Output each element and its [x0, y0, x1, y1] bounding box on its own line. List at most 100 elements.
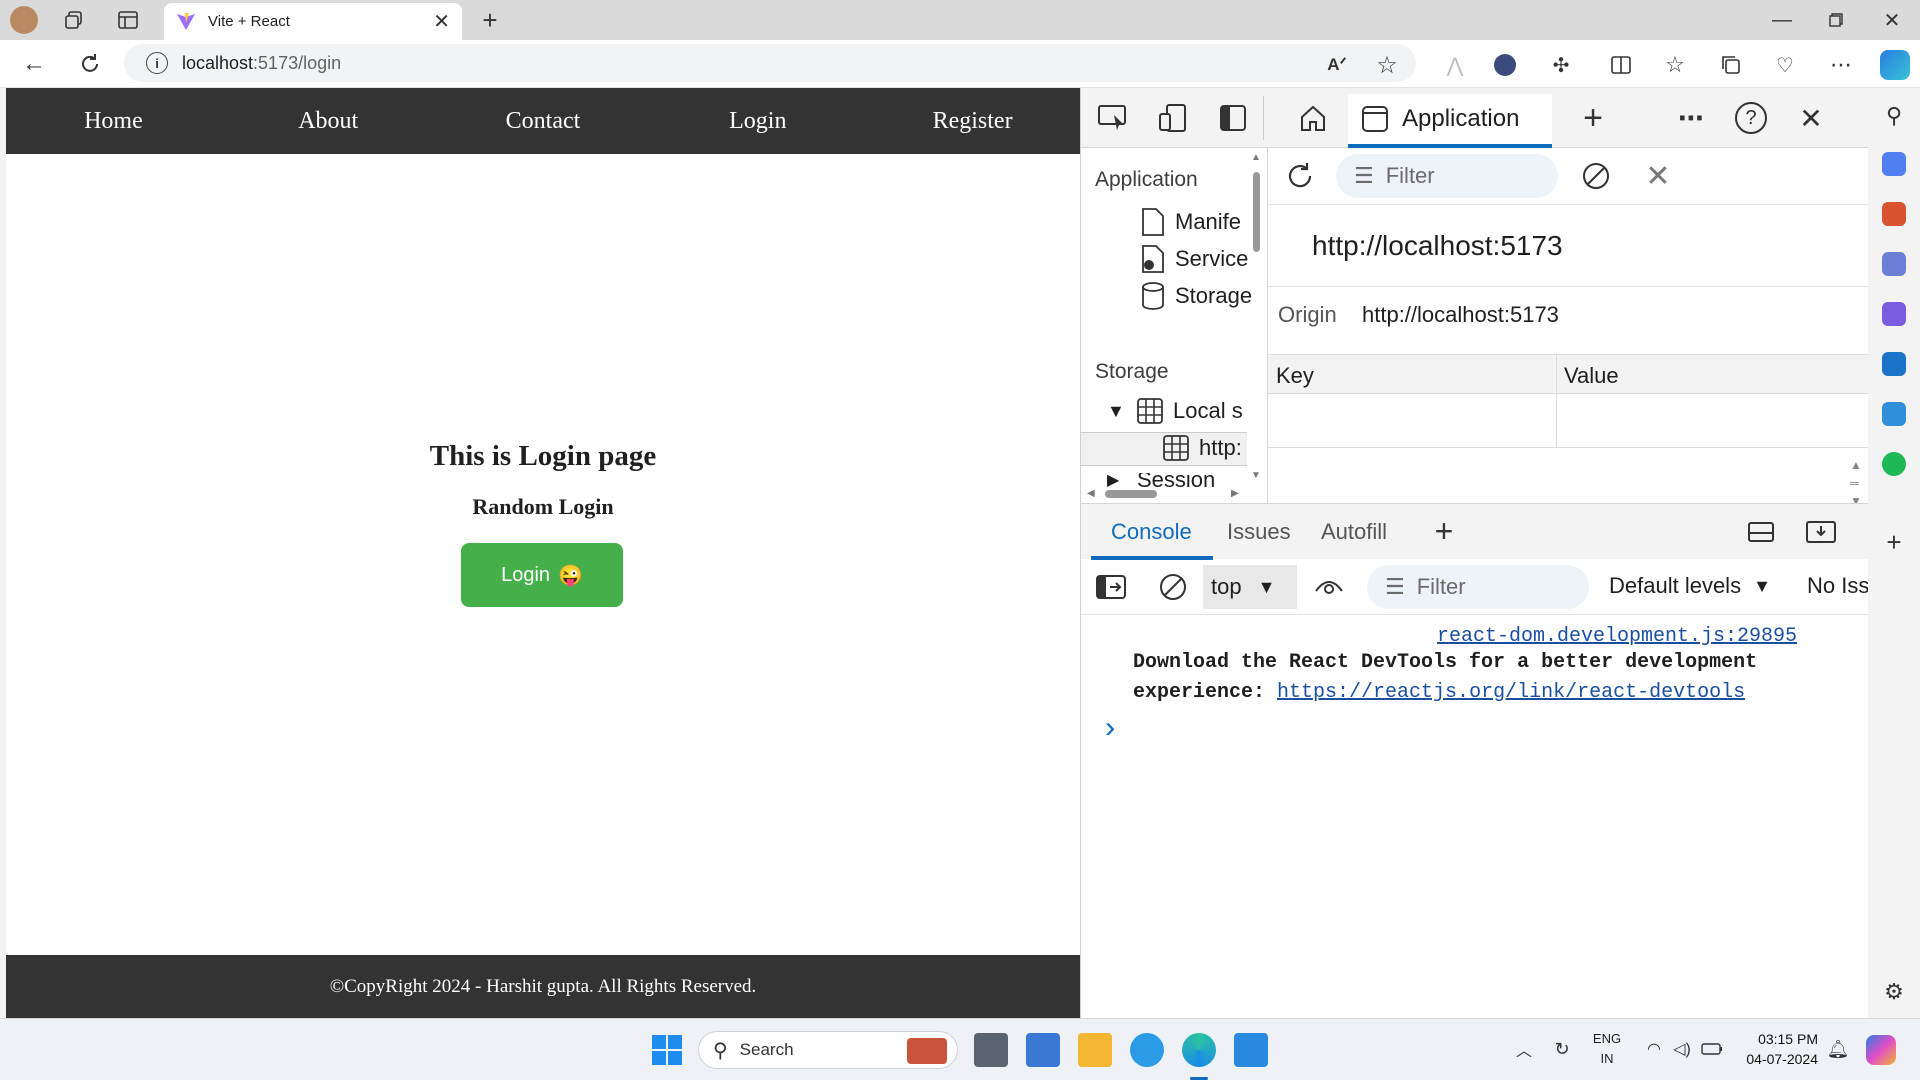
clear-all-icon[interactable]	[1580, 160, 1612, 192]
scroll-up-arrow-icon[interactable]: ▲	[1251, 152, 1261, 163]
restore-icon[interactable]	[1824, 8, 1848, 32]
spotify-icon[interactable]	[1882, 452, 1906, 476]
add-sidebar-app-icon[interactable]: +	[1880, 527, 1908, 557]
console-prompt-icon[interactable]: ›	[1101, 713, 1119, 747]
log-levels-dropdown[interactable]: Default levels ▼	[1609, 573, 1771, 599]
url-bar[interactable]: i localhost:5173/login	[124, 44, 1416, 82]
drawer-tab-console[interactable]: Console	[1111, 519, 1192, 545]
drawer-tab-autofill[interactable]: Autofill	[1321, 519, 1387, 545]
browser-tab-active[interactable]: Vite + React ✕	[164, 3, 462, 40]
console-filter-input[interactable]: ☰ Filter	[1367, 565, 1589, 609]
refresh-icon[interactable]	[76, 50, 104, 78]
column-value[interactable]: Value	[1564, 363, 1619, 389]
extension-badge-icon[interactable]	[1494, 54, 1516, 76]
help-icon[interactable]: ?	[1735, 102, 1767, 134]
wifi-icon[interactable]: ◠	[1642, 1037, 1666, 1061]
collapse-drawer-icon[interactable]	[1805, 516, 1837, 548]
start-button-icon[interactable]	[652, 1035, 682, 1065]
scroll-right-arrow-icon[interactable]: ▶	[1231, 488, 1239, 499]
battery-icon[interactable]	[1700, 1037, 1724, 1061]
send-icon[interactable]	[1882, 402, 1906, 426]
live-expression-eye-icon[interactable]	[1313, 571, 1345, 603]
close-window-icon[interactable]: ✕	[1880, 8, 1904, 32]
site-info-icon[interactable]: i	[146, 52, 168, 74]
nav-contact[interactable]: Contact	[436, 88, 651, 154]
extension-icon[interactable]: ⋀	[1442, 52, 1468, 78]
task-view-icon[interactable]	[974, 1033, 1008, 1067]
refresh-storage-icon[interactable]	[1282, 158, 1318, 194]
sidebar-item-session-storage[interactable]: ▶ Session	[1107, 473, 1249, 487]
collapsed-caret-icon[interactable]: ▶	[1107, 473, 1127, 487]
tab-actions-icon[interactable]	[116, 8, 140, 32]
back-icon[interactable]: ←	[20, 50, 48, 78]
tab-application[interactable]: Application	[1348, 94, 1552, 148]
more-tools-plus-icon[interactable]: +	[1577, 99, 1609, 137]
file-explorer-icon[interactable]	[1078, 1033, 1112, 1067]
undock-drawer-icon[interactable]	[1745, 516, 1777, 548]
outlook-icon[interactable]	[1882, 352, 1906, 376]
close-tab-icon[interactable]: ✕	[433, 9, 450, 34]
devtools-download-link[interactable]: https://reactjs.org/link/react-devtools	[1277, 681, 1745, 704]
show-hidden-icons-icon[interactable]: ︿	[1512, 1037, 1536, 1061]
new-tab-icon[interactable]: +	[476, 5, 504, 35]
device-emulation-icon[interactable]	[1157, 102, 1189, 134]
inspect-element-icon[interactable]	[1097, 102, 1129, 134]
vscode-icon[interactable]	[1234, 1033, 1268, 1067]
customize-more-icon[interactable]: ⋯	[1675, 102, 1707, 134]
microsoft-365-icon[interactable]	[1882, 302, 1906, 326]
shopping-icon[interactable]	[1882, 152, 1906, 176]
nav-login[interactable]: Login	[650, 88, 865, 154]
sidebar-search-icon[interactable]: ⚲	[1880, 102, 1908, 130]
profile-avatar[interactable]	[10, 6, 38, 34]
issues-count[interactable]: No Iss	[1807, 573, 1869, 599]
close-devtools-icon[interactable]: ✕	[1795, 102, 1827, 134]
split-screen-icon[interactable]	[1608, 52, 1634, 78]
scroll-left-arrow-icon[interactable]: ◀	[1087, 488, 1095, 499]
scrollbar-thumb[interactable]	[1253, 172, 1260, 252]
copilot-taskbar-icon[interactable]	[1866, 1035, 1896, 1065]
storage-filter-input[interactable]: ☰ Filter	[1336, 154, 1558, 198]
nav-about[interactable]: About	[221, 88, 436, 154]
language-indicator[interactable]: ENG IN	[1592, 1029, 1622, 1069]
login-button[interactable]: Login 😜	[461, 543, 623, 607]
drawer-add-tab-icon[interactable]: +	[1429, 513, 1459, 549]
read-aloud-icon[interactable]: Aᐟ	[1324, 52, 1350, 78]
settings-more-icon[interactable]: ⋯	[1828, 52, 1854, 78]
games-icon[interactable]	[1882, 252, 1906, 276]
welcome-home-icon[interactable]	[1297, 102, 1329, 134]
nav-register[interactable]: Register	[865, 88, 1080, 154]
sidebar-item-local-storage-origin[interactable]: http:	[1163, 435, 1263, 461]
tools-icon[interactable]	[1882, 202, 1906, 226]
minimize-icon[interactable]: —	[1770, 8, 1794, 32]
sidebar-item-manifest[interactable]: Manife	[1141, 208, 1261, 236]
column-key[interactable]: Key	[1276, 363, 1314, 389]
expanded-caret-icon[interactable]: ▼	[1107, 401, 1127, 422]
favorite-star-icon[interactable]: ☆	[1374, 52, 1400, 79]
sidebar-settings-icon[interactable]: ⚙	[1880, 978, 1908, 1006]
notifications-bell-icon[interactable]: 🔔︎	[1826, 1037, 1850, 1061]
sidebar-horizontal-scrollbar[interactable]: ◀ ▶	[1087, 488, 1247, 500]
sidebar-item-local-storage[interactable]: ▼ Local s	[1107, 398, 1261, 424]
edge-browser-icon[interactable]	[1182, 1033, 1216, 1067]
toggle-sidebar-icon[interactable]	[1217, 102, 1249, 134]
taskbar-search[interactable]: ⚲ Search	[698, 1031, 958, 1069]
microsoft-store-icon[interactable]	[1026, 1033, 1060, 1067]
show-console-sidebar-icon[interactable]	[1095, 571, 1127, 603]
workspaces-icon[interactable]	[62, 8, 86, 32]
sidebar-item-storage[interactable]: Storage	[1141, 282, 1261, 310]
volume-icon[interactable]: ◁)	[1670, 1037, 1694, 1061]
extensions-puzzle-icon[interactable]: ✣	[1548, 52, 1574, 78]
scroll-down-arrow-icon[interactable]: ▼	[1251, 470, 1261, 481]
sidebar-item-service-workers[interactable]: Service	[1141, 245, 1261, 273]
sync-status-icon[interactable]: ↻	[1550, 1037, 1574, 1061]
pane-splitter-arrows-icon[interactable]: ▲ ═ ▼	[1850, 456, 1862, 510]
sidebar-vertical-scrollbar[interactable]: ▲ ▼	[1251, 148, 1263, 488]
delete-selected-icon[interactable]: ✕	[1642, 160, 1674, 193]
drawer-tab-issues[interactable]: Issues	[1227, 519, 1291, 545]
system-clock[interactable]: 03:15 PM 04-07-2024	[1738, 1029, 1818, 1069]
help-app-icon[interactable]	[1130, 1033, 1164, 1067]
context-selector[interactable]: top ▼	[1203, 565, 1297, 609]
console-source-link[interactable]: react-dom.development.js:29895	[1437, 625, 1797, 648]
nav-home[interactable]: Home	[6, 88, 221, 154]
favorites-icon[interactable]: ☆	[1662, 52, 1688, 78]
